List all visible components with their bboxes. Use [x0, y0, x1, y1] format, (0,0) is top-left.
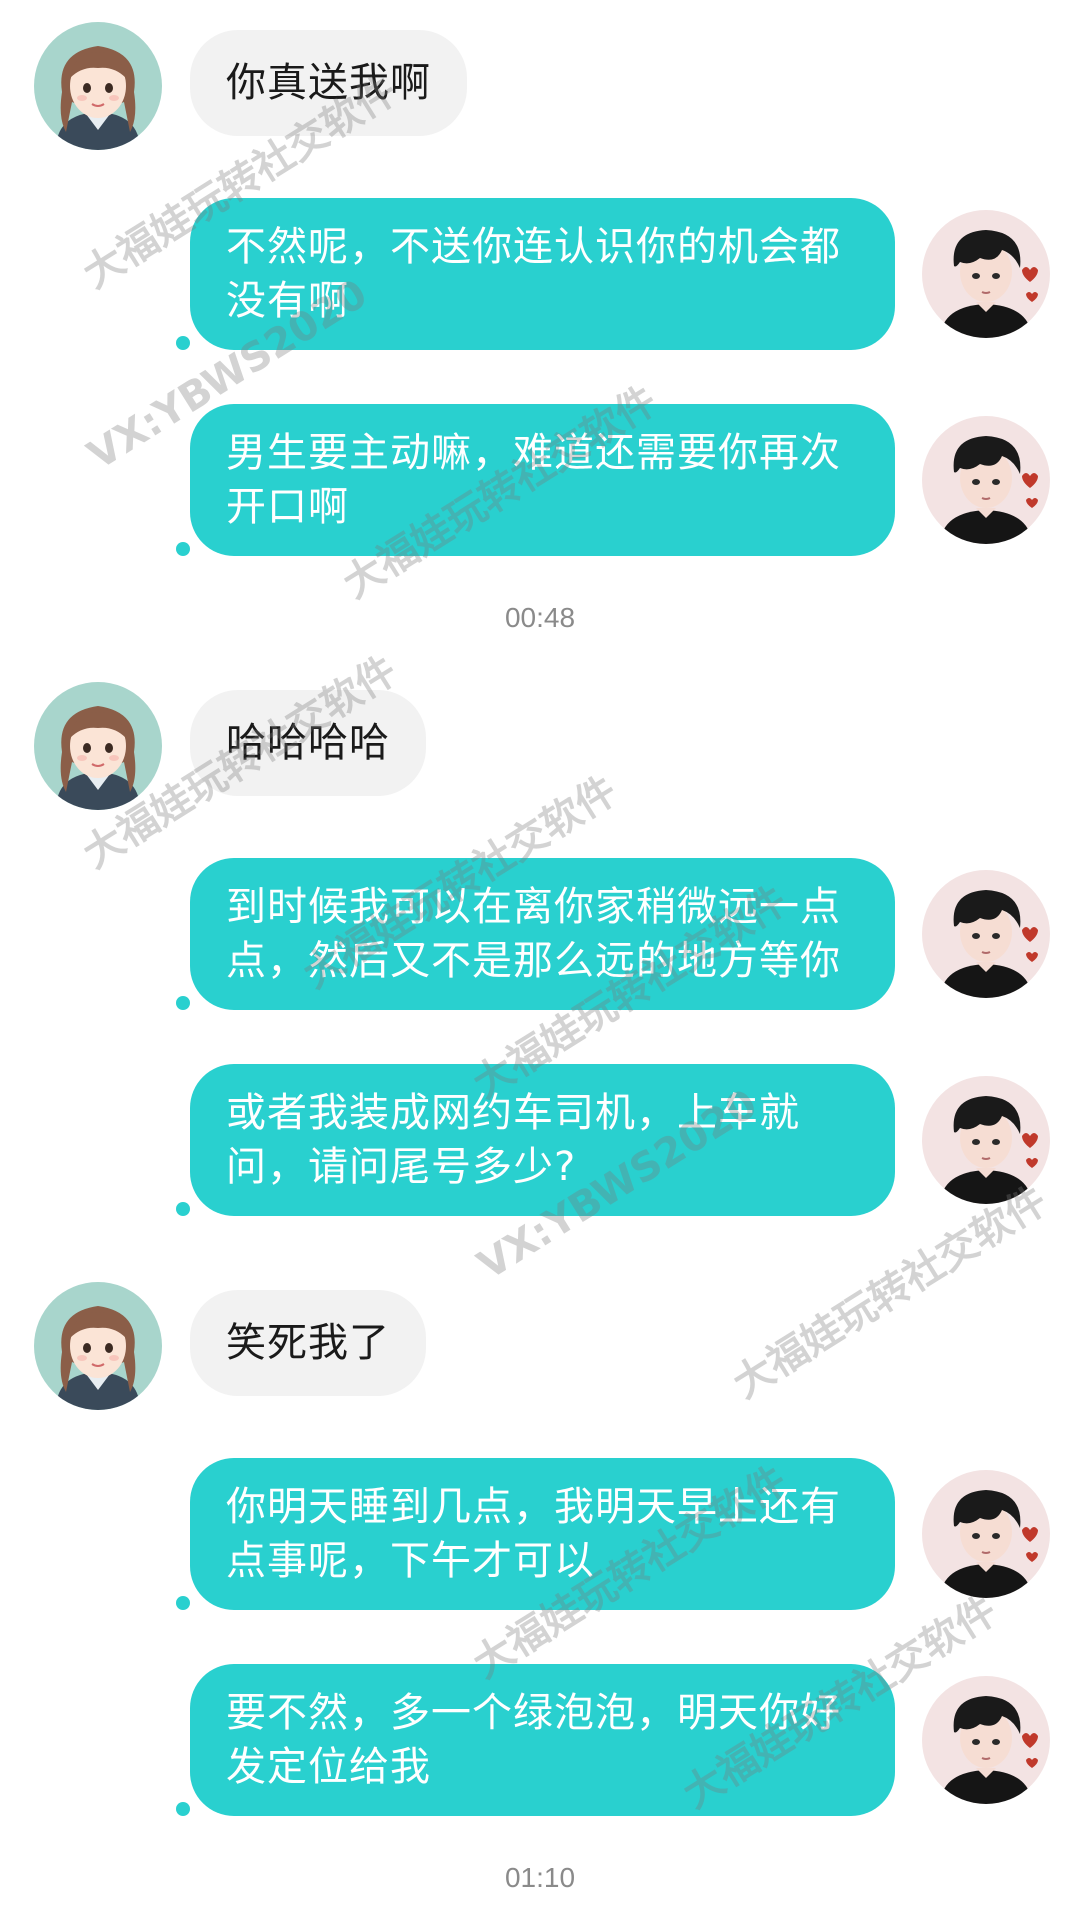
read-status-dot [176, 1202, 190, 1216]
message-row-outgoing: 要不然，多一个绿泡泡，明天你好发定位给我 [0, 1664, 1080, 1816]
message-bubble-outgoing[interactable]: 或者我装成网约车司机，上车就问，请问尾号多少? [190, 1064, 895, 1216]
timestamp: 01:10 [504, 1862, 576, 1893]
user-avatar[interactable] [922, 1076, 1050, 1204]
message-row-incoming: 你真送我啊 [0, 22, 1080, 152]
read-status-dot [176, 1802, 190, 1816]
message-row-outgoing: 不然呢，不送你连认识你的机会都没有啊 [0, 198, 1080, 350]
message-bubble-outgoing[interactable]: 不然呢，不送你连认识你的机会都没有啊 [190, 198, 895, 350]
message-bubble-outgoing[interactable]: 男生要主动嘛，难道还需要你再次开口啊 [190, 404, 895, 556]
message-bubble-outgoing[interactable]: 你明天睡到几点，我明天早上还有点事呢，下午才可以 [190, 1458, 895, 1610]
contact-avatar[interactable] [34, 1282, 162, 1410]
message-bubble-outgoing[interactable]: 到时候我可以在离你家稍微远一点点，然后又不是那么远的地方等你 [190, 858, 895, 1010]
message-bubble-outgoing[interactable]: 要不然，多一个绿泡泡，明天你好发定位给我 [190, 1664, 895, 1816]
message-bubble-incoming[interactable]: 哈哈哈哈 [190, 690, 426, 796]
read-status-dot [176, 1596, 190, 1610]
user-avatar[interactable] [922, 1676, 1050, 1804]
timestamp: 00:48 [504, 602, 576, 633]
contact-avatar[interactable] [34, 682, 162, 810]
message-row-outgoing: 你明天睡到几点，我明天早上还有点事呢，下午才可以 [0, 1458, 1080, 1610]
read-status-dot [176, 336, 190, 350]
message-row-outgoing: 男生要主动嘛，难道还需要你再次开口啊 [0, 404, 1080, 556]
user-avatar[interactable] [922, 870, 1050, 998]
message-bubble-incoming[interactable]: 你真送我啊 [190, 30, 467, 136]
user-avatar[interactable] [922, 416, 1050, 544]
message-row-outgoing: 到时候我可以在离你家稍微远一点点，然后又不是那么远的地方等你 [0, 858, 1080, 1010]
read-status-dot [176, 542, 190, 556]
user-avatar[interactable] [922, 1470, 1050, 1598]
message-bubble-incoming[interactable]: 笑死我了 [190, 1290, 426, 1396]
read-status-dot [176, 996, 190, 1010]
contact-avatar[interactable] [34, 22, 162, 150]
message-row-incoming: 哈哈哈哈 [0, 682, 1080, 812]
message-row-incoming: 笑死我了 [0, 1282, 1080, 1412]
message-row-outgoing: 或者我装成网约车司机，上车就问，请问尾号多少? [0, 1064, 1080, 1216]
user-avatar[interactable] [922, 210, 1050, 338]
